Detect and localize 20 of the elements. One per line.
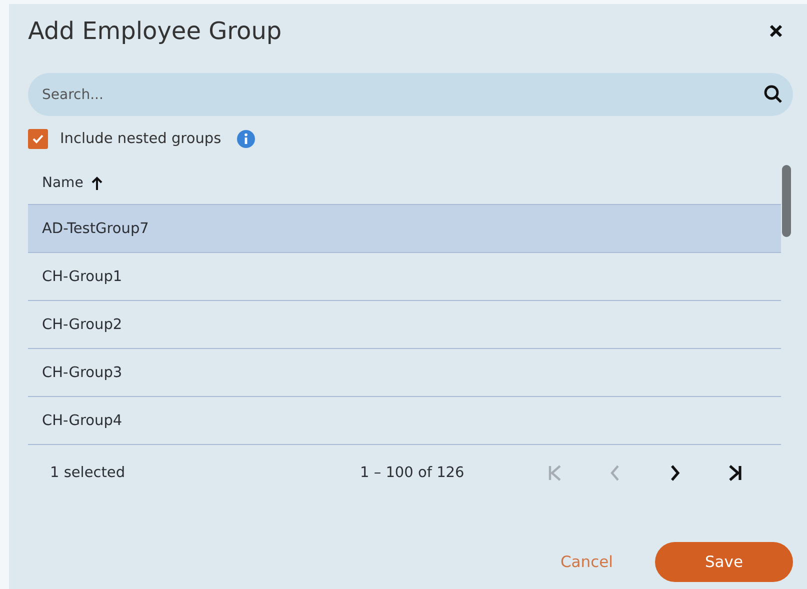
table-row[interactable]: CH-Group4 [28,397,781,445]
selection-count: 1 selected [49,465,126,481]
search-field[interactable]: Search... [28,73,793,116]
table-row[interactable]: CH-Group2 [28,301,781,349]
checkmark-icon [32,134,44,144]
checkbox[interactable] [28,129,48,149]
next-page-icon[interactable] [669,464,681,482]
search-icon[interactable] [763,84,783,104]
save-button[interactable]: Save [655,542,793,582]
checkbox-label: Include nested groups [60,131,222,147]
table-row[interactable]: AD-TestGroup7 [28,205,781,253]
last-page-icon[interactable] [727,464,743,482]
page-range: 1 – 100 of 126 [360,465,466,481]
table-row[interactable]: CH-Group3 [28,349,781,397]
table-row[interactable]: CH-Group1 [28,253,781,301]
sort-arrow-icon[interactable] [91,176,104,190]
close-icon[interactable] [769,24,783,38]
dialog-title: Add Employee Group [28,17,282,45]
column-header[interactable]: Name [42,175,84,191]
info-icon[interactable] [237,130,256,148]
